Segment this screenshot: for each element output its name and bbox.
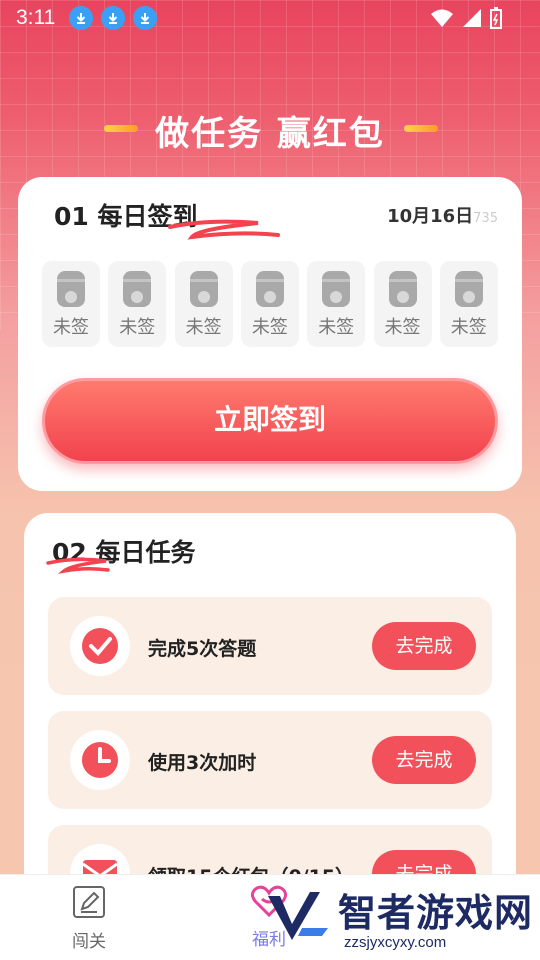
download-icon: [101, 6, 126, 30]
watermark-brand: 智者游戏网: [338, 891, 534, 935]
task-label: 完成5次答题: [148, 638, 257, 660]
page-title: 做任务 赢红包: [155, 114, 385, 154]
download-icon: [133, 6, 158, 30]
checkin-day-label: 未签: [251, 317, 288, 338]
download-icon: [69, 6, 94, 30]
site-watermark: 智者游戏网 zzsjyxcyxy.com: [262, 878, 540, 960]
coin-jar-icon: [454, 271, 483, 307]
battery-icon: [490, 7, 502, 29]
task-go-complete-button[interactable]: 去完成: [372, 622, 476, 670]
status-time: 3:11: [16, 6, 56, 29]
wifi-icon: [431, 9, 453, 27]
checkin-now-button[interactable]: 立即签到: [42, 378, 498, 464]
checkin-date: 10月16日735: [387, 202, 498, 228]
checkin-day-cell: 未签: [373, 261, 432, 347]
checkin-date-faint: 735: [473, 211, 498, 226]
checkin-date-text: 10月16日: [387, 206, 474, 227]
watermark-logo-icon: [268, 892, 328, 940]
checkin-day-label: 未签: [53, 317, 89, 338]
checkin-day-cell: 未签: [240, 261, 299, 347]
checkin-day-label: 未签: [119, 317, 156, 338]
checkin-day-label: 未签: [318, 317, 355, 338]
checkin-day-cell: 未签: [42, 261, 100, 347]
checkin-day-cell: 未签: [108, 261, 167, 347]
coin-jar-icon: [57, 271, 85, 307]
nav-label: 闯关: [72, 932, 106, 952]
checkin-day-label: 未签: [450, 317, 487, 338]
scribble-underline-icon: [168, 219, 280, 240]
coin-jar-icon: [255, 271, 284, 307]
coin-jar-icon: [388, 271, 417, 307]
clock-icon: [70, 730, 130, 790]
coin-jar-icon: [189, 271, 218, 307]
nav-item-levels[interactable]: 闯关: [44, 885, 134, 952]
checkin-day-label: 未签: [185, 317, 222, 338]
watermark-url: zzsjyxcyxy.com: [344, 934, 447, 951]
edit-icon: [73, 886, 105, 918]
scribble-underline-icon: [46, 557, 110, 574]
checkin-day-label: 未签: [384, 317, 421, 338]
task-label: 使用3次加时: [148, 752, 257, 774]
coin-jar-icon: [322, 271, 351, 307]
checkin-day-cell: 未签: [439, 261, 498, 347]
task-go-complete-button[interactable]: 去完成: [372, 736, 476, 784]
coin-jar-icon: [123, 271, 152, 307]
task-row: 完成5次答题 去完成: [48, 597, 492, 695]
checkin-day-cell: 未签: [174, 261, 233, 347]
check-icon: [70, 616, 130, 676]
signal-icon: [463, 9, 481, 27]
checkin-day-cell: 未签: [307, 261, 366, 347]
daily-checkin-card: 01 每日签到 10月16日735 未签 未签 未签 未签 未签 未签 未签 立即签到: [18, 177, 522, 491]
status-bar: 3:11: [0, 0, 540, 36]
task-row: 使用3次加时 去完成: [48, 711, 492, 809]
